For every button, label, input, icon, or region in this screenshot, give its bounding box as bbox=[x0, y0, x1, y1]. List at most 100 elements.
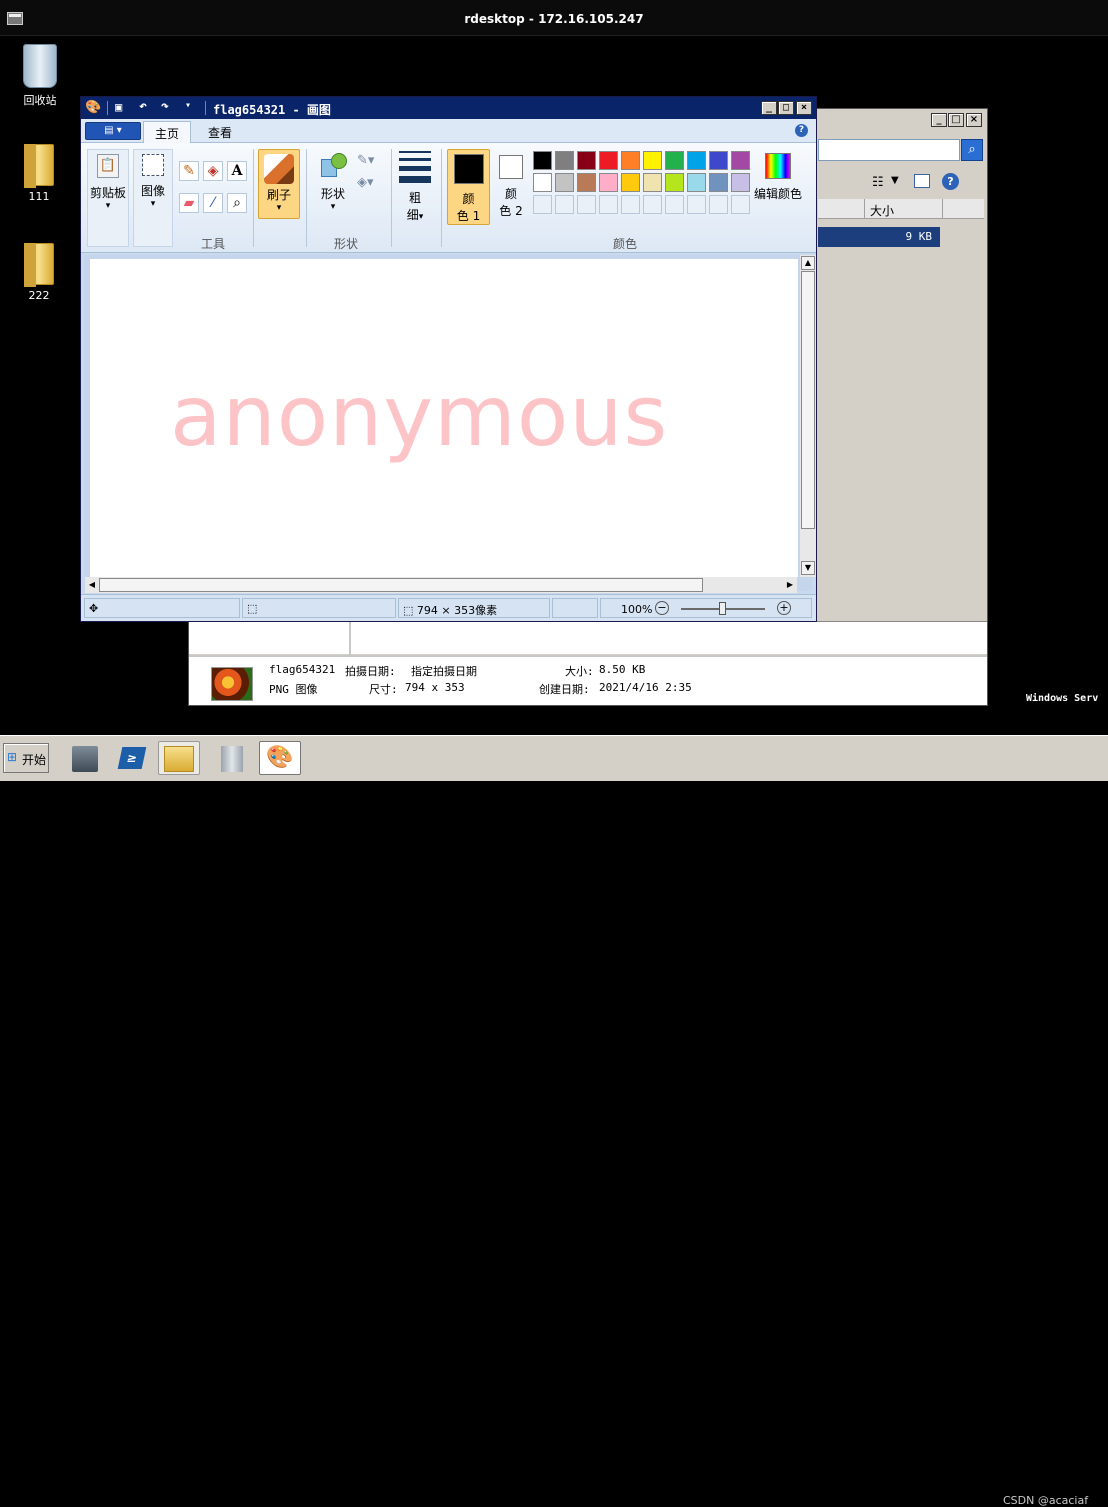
paint-app-icon[interactable]: 🎨 bbox=[85, 100, 101, 115]
clipboard-button[interactable]: 📋 剪贴板 ▾ bbox=[87, 149, 129, 247]
shapes-button[interactable]: 形状 ▾ bbox=[313, 149, 353, 219]
save-icon[interactable]: ▣ bbox=[115, 100, 122, 114]
minimize-button[interactable]: _ bbox=[931, 113, 947, 127]
custom-color-slot[interactable] bbox=[555, 195, 574, 214]
explorer-taskbar-button[interactable] bbox=[158, 741, 200, 775]
pencil-icon[interactable]: ✎ bbox=[179, 161, 199, 181]
paint-window[interactable]: 🎨 ▣ ↶ ↷ ▾ flag654321 - 画图 _ □ × ▤ ▾ 主页 查… bbox=[80, 96, 817, 622]
fill-shape-icon[interactable]: ◈▾ bbox=[357, 175, 374, 190]
close-button[interactable]: × bbox=[966, 113, 982, 127]
horizontal-scrollbar[interactable]: ◀ ▶ bbox=[85, 577, 797, 593]
color-swatch[interactable] bbox=[555, 173, 574, 192]
color-swatch[interactable] bbox=[665, 151, 684, 170]
color2-button[interactable]: 颜 色 2 bbox=[493, 149, 529, 225]
powershell-taskbar-button[interactable]: ≥ bbox=[111, 741, 153, 775]
quick-access-dropdown-icon[interactable]: ▾ bbox=[185, 100, 191, 111]
text-icon[interactable]: A bbox=[227, 161, 247, 181]
preview-pane-icon[interactable] bbox=[914, 174, 930, 188]
color-swatch[interactable] bbox=[577, 151, 596, 170]
close-button[interactable]: × bbox=[796, 101, 812, 115]
eraser-icon[interactable]: ▰ bbox=[179, 193, 199, 213]
pane-divider[interactable] bbox=[349, 622, 351, 655]
minimize-button[interactable]: _ bbox=[761, 101, 777, 115]
zoom-slider-thumb[interactable] bbox=[719, 602, 726, 615]
file-menu-button[interactable]: ▤ ▾ bbox=[85, 122, 141, 140]
custom-color-slot[interactable] bbox=[687, 195, 706, 214]
color-swatch[interactable] bbox=[731, 151, 750, 170]
paint-taskbar-button[interactable]: 🎨 bbox=[259, 741, 301, 775]
desktop-icon-folder-111[interactable]: 111 bbox=[14, 144, 64, 203]
detail-date-taken-label: 拍摄日期: bbox=[345, 665, 396, 678]
color-swatch[interactable] bbox=[687, 173, 706, 192]
color-swatch[interactable] bbox=[621, 173, 640, 192]
server-manager-taskbar-button[interactable] bbox=[64, 741, 106, 775]
scroll-up-icon[interactable]: ▲ bbox=[801, 256, 815, 270]
custom-color-slot[interactable] bbox=[599, 195, 618, 214]
help-icon[interactable]: ? bbox=[942, 173, 959, 190]
outline-icon[interactable]: ✎▾ bbox=[357, 153, 374, 168]
folder-icon bbox=[24, 243, 54, 287]
scrollbar-thumb[interactable] bbox=[99, 578, 703, 592]
start-button[interactable]: ⊞ 开始 bbox=[3, 743, 49, 773]
color-swatch[interactable] bbox=[709, 151, 728, 170]
paint-titlebar[interactable]: 🎨 ▣ ↶ ↷ ▾ flag654321 - 画图 _ □ × bbox=[81, 97, 816, 119]
magnifier-icon[interactable]: ⌕ bbox=[227, 193, 247, 213]
edit-colors-label: 编辑颜色 bbox=[753, 187, 802, 201]
color-swatch[interactable] bbox=[599, 173, 618, 192]
chevron-down-icon: ▾ bbox=[105, 201, 111, 211]
redo-icon[interactable]: ↷ bbox=[161, 99, 169, 114]
custom-color-slot[interactable] bbox=[731, 195, 750, 214]
color-picker-icon[interactable]: ⁄ bbox=[203, 193, 223, 213]
color-swatch[interactable] bbox=[577, 173, 596, 192]
color-swatch[interactable] bbox=[533, 151, 552, 170]
undo-icon[interactable]: ↶ bbox=[139, 99, 147, 114]
file-row-selected[interactable]: 9 KB bbox=[818, 227, 940, 247]
color-swatch[interactable] bbox=[665, 173, 684, 192]
help-icon[interactable]: ? bbox=[795, 124, 808, 137]
chevron-down-icon[interactable]: ▼ bbox=[891, 175, 899, 186]
color-swatch[interactable] bbox=[643, 151, 662, 170]
scroll-down-icon[interactable]: ▼ bbox=[801, 561, 815, 575]
color-swatch[interactable] bbox=[731, 173, 750, 192]
custom-color-slot[interactable] bbox=[533, 195, 552, 214]
image-label: 图像 bbox=[140, 184, 165, 198]
color-swatch[interactable] bbox=[533, 173, 552, 192]
tab-home[interactable]: 主页 bbox=[143, 121, 192, 143]
desktop-icon-folder-222[interactable]: 222 bbox=[14, 243, 64, 302]
tools-taskbar-button[interactable] bbox=[211, 741, 253, 775]
vertical-scrollbar[interactable]: ▲ ▼ bbox=[800, 255, 816, 577]
color-swatch[interactable] bbox=[621, 151, 640, 170]
maximize-button[interactable]: □ bbox=[948, 113, 964, 127]
image-button[interactable]: 图像 ▾ bbox=[133, 149, 173, 247]
zoom-out-button[interactable]: − bbox=[655, 601, 669, 615]
custom-color-slot[interactable] bbox=[665, 195, 684, 214]
scroll-right-icon[interactable]: ▶ bbox=[783, 578, 797, 592]
size-button[interactable]: 粗 细▾ bbox=[397, 149, 433, 222]
custom-color-slot[interactable] bbox=[577, 195, 596, 214]
fill-icon[interactable]: ◈ bbox=[203, 161, 223, 181]
desktop-icon-recycle-bin[interactable]: 回收站 bbox=[15, 44, 65, 108]
recycle-bin-icon bbox=[23, 44, 57, 88]
drawing-canvas[interactable]: anonymous bbox=[90, 259, 798, 577]
custom-color-slot[interactable] bbox=[643, 195, 662, 214]
tab-view[interactable]: 查看 bbox=[197, 121, 243, 143]
select-icon bbox=[142, 154, 164, 176]
color-swatch[interactable] bbox=[687, 151, 706, 170]
custom-color-slot[interactable] bbox=[621, 195, 640, 214]
color-swatch[interactable] bbox=[643, 173, 662, 192]
zoom-in-button[interactable]: + bbox=[777, 601, 791, 615]
color1-button[interactable]: 颜 色 1 bbox=[447, 149, 490, 225]
edit-colors-button[interactable]: 编辑颜色 bbox=[753, 153, 803, 213]
scroll-left-icon[interactable]: ◀ bbox=[85, 578, 99, 592]
custom-color-slot[interactable] bbox=[709, 195, 728, 214]
color-swatch[interactable] bbox=[555, 151, 574, 170]
maximize-button[interactable]: □ bbox=[778, 101, 794, 115]
search-input[interactable] bbox=[818, 139, 960, 161]
color-swatch[interactable] bbox=[599, 151, 618, 170]
brush-button[interactable]: 刷子 ▾ bbox=[258, 149, 300, 219]
color-swatch[interactable] bbox=[709, 173, 728, 192]
view-options-icon[interactable]: ☷ bbox=[872, 175, 884, 190]
column-header-size[interactable]: 大小 bbox=[870, 202, 894, 219]
scrollbar-thumb[interactable] bbox=[801, 271, 815, 529]
search-icon[interactable]: ⌕ bbox=[961, 139, 983, 161]
